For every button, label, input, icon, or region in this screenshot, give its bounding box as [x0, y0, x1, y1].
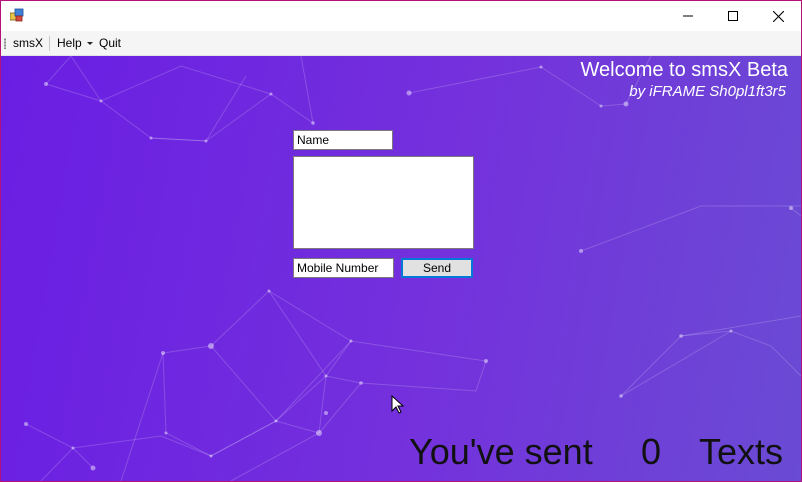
app-icon [10, 8, 24, 22]
message-textarea[interactable] [293, 156, 474, 249]
sent-count: 0 [641, 431, 662, 472]
minimize-button[interactable] [665, 1, 711, 31]
close-icon [772, 10, 784, 22]
mobile-number-input[interactable] [293, 258, 394, 278]
maximize-button[interactable] [710, 1, 756, 31]
menu-item-help[interactable]: Help [57, 36, 82, 50]
app-window: smsX Help Quit Welcome to smsX Beta by i… [0, 0, 802, 482]
mouse-pointer-icon [391, 395, 405, 414]
menu-item-smsx[interactable]: smsX [13, 36, 43, 50]
menu-item-quit[interactable]: Quit [99, 36, 121, 50]
counter-prefix: You've sent [409, 431, 593, 472]
name-input[interactable] [293, 130, 393, 150]
chevron-down-icon [87, 42, 93, 45]
close-button[interactable] [755, 1, 801, 31]
send-button[interactable]: Send [401, 258, 473, 278]
menu-separator [49, 36, 50, 51]
title-bar[interactable] [1, 1, 801, 31]
minimize-icon [683, 15, 693, 17]
maximize-icon [728, 11, 738, 21]
menu-bar: smsX Help Quit [1, 31, 801, 73]
main-panel: Welcome to smsX Beta by iFRAME Sh0pl1ft3… [1, 56, 801, 481]
counter-suffix: Texts [699, 431, 784, 472]
toolbar-grip[interactable] [4, 38, 6, 49]
welcome-title: Welcome to smsX Beta [580, 59, 788, 81]
author-byline: by iFRAME Sh0pl1ft3r5 [629, 83, 786, 100]
